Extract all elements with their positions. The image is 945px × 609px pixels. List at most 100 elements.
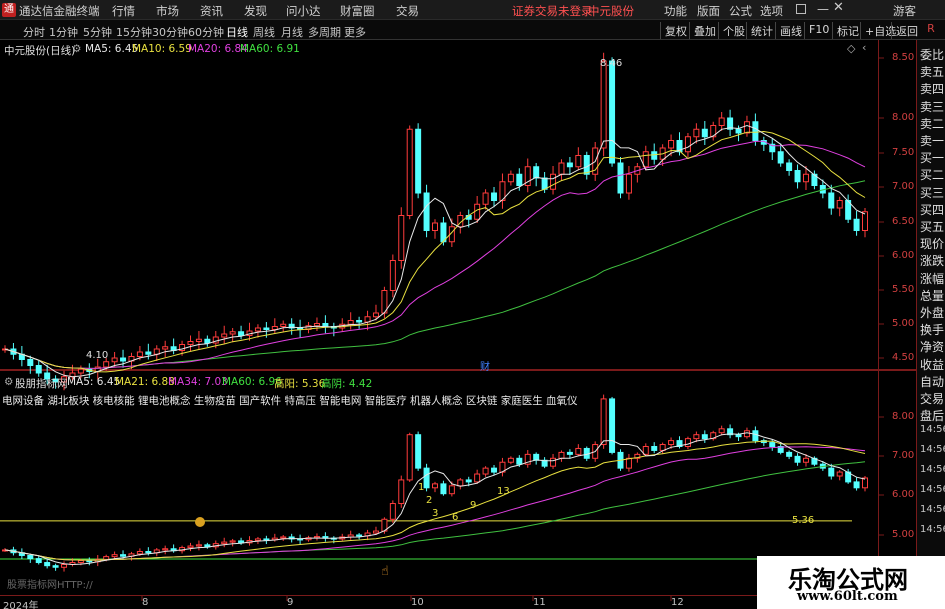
settings-small-icon[interactable]: ⚙: [72, 43, 81, 55]
sub-ma21-line: [4, 440, 866, 561]
watermark-url: www.60lt.com: [797, 589, 898, 604]
collapse-icon[interactable]: ‹: [862, 41, 866, 54]
fuquan-button[interactable]: 复权: [660, 22, 691, 39]
login-notice[interactable]: 证券交易未登录: [512, 3, 593, 19]
menu-jiaoyi[interactable]: 交易: [396, 3, 419, 19]
side-panel-item[interactable]: 外盘: [920, 304, 944, 321]
sub-candle-body: [423, 467, 430, 489]
window-icon[interactable]: [796, 4, 806, 14]
sub-candle-body: [52, 565, 59, 568]
period-15min[interactable]: 15分钟: [116, 24, 152, 40]
y-tick: 5.00: [892, 318, 915, 329]
y-tick: 8.00: [892, 112, 915, 123]
sub-y-tick: 7.00: [892, 450, 915, 461]
main-candle-body: [625, 173, 632, 194]
side-panel-item[interactable]: 买三: [920, 184, 944, 201]
side-panel-item[interactable]: 14:56: [920, 484, 945, 495]
menu-banmian[interactable]: 版面: [697, 3, 720, 19]
main-candle-body: [651, 151, 658, 160]
side-panel-item[interactable]: 涨跌: [920, 252, 944, 269]
period-more[interactable]: 更多: [344, 24, 366, 40]
y-tick: 8.50: [892, 52, 915, 63]
menu-gongneng[interactable]: 功能: [664, 3, 687, 19]
side-panel-item[interactable]: 盘后: [920, 407, 944, 424]
side-panel-item[interactable]: 收益: [920, 356, 944, 373]
side-panel-item[interactable]: 买四: [920, 201, 944, 218]
side-panel-item[interactable]: 换手: [920, 321, 944, 338]
side-panel-item[interactable]: 卖五: [920, 63, 944, 80]
r-icon[interactable]: R: [917, 22, 945, 39]
sub-candle-body: [668, 440, 675, 446]
candlestick-chart[interactable]: [0, 40, 916, 609]
tongji-button[interactable]: 统计: [746, 22, 777, 39]
menu-gongshi[interactable]: 公式: [729, 3, 752, 19]
menu-zixun[interactable]: 资讯: [200, 3, 223, 19]
date-label: 11: [533, 597, 546, 608]
biaoji-button[interactable]: 标记: [832, 22, 863, 39]
period-5min[interactable]: 5分钟: [83, 24, 112, 40]
side-panel-item[interactable]: 买五: [920, 218, 944, 235]
side-panel-item[interactable]: 买一: [920, 149, 944, 166]
main-candle-body: [406, 128, 413, 216]
main-candle-body: [221, 333, 228, 338]
minimize-icon[interactable]: —: [817, 2, 829, 16]
side-panel-item[interactable]: 总量: [920, 287, 944, 304]
side-panel-item[interactable]: 14:56: [920, 524, 945, 535]
menu-xuanxiang[interactable]: 选项: [760, 3, 783, 19]
main-candle-body: [743, 121, 750, 134]
side-panel-item[interactable]: 卖四: [920, 80, 944, 97]
guest-label[interactable]: 游客: [893, 3, 916, 19]
f10-button[interactable]: F10: [804, 22, 833, 39]
menu-wenxiaoda[interactable]: 问小达: [286, 3, 321, 19]
side-panel-item[interactable]: 自动: [920, 373, 944, 390]
gegu-button[interactable]: 个股: [718, 22, 749, 39]
period-multi[interactable]: 多周期: [308, 24, 341, 40]
menu-hangqing[interactable]: 行情: [112, 3, 135, 19]
menu-faxian[interactable]: 发现: [244, 3, 267, 19]
sub-candle-body: [120, 554, 127, 557]
diejia-button[interactable]: 叠加: [689, 22, 720, 39]
concept-tags: 电网设备 湖北板块 核电核能 锂电池概念 生物疫苗 国产软件 特高压 智能电网 …: [2, 395, 578, 407]
side-panel-item[interactable]: 14:56: [920, 444, 945, 455]
period-month[interactable]: 月线: [281, 24, 303, 40]
side-panel-item[interactable]: 委比: [920, 46, 944, 63]
side-panel-item[interactable]: 14:56: [920, 424, 945, 435]
side-panel-item[interactable]: 买二: [920, 166, 944, 183]
side-panel-item[interactable]: 现价: [920, 235, 944, 252]
sub-candle-body: [372, 530, 379, 534]
side-panel-item[interactable]: 净资: [920, 338, 944, 355]
main-candle-body: [280, 323, 287, 327]
finance-marker[interactable]: 财: [480, 358, 490, 373]
sub-settings-icon[interactable]: ⚙: [4, 376, 13, 388]
main-candle-body: [103, 361, 110, 368]
sub-candle-body: [516, 457, 523, 465]
sub-candle-body: [786, 451, 793, 457]
period-1min[interactable]: 1分钟: [49, 24, 78, 40]
huaxian-button[interactable]: 画线: [775, 22, 806, 39]
sub-candle-body: [457, 479, 464, 487]
side-panel-item[interactable]: 涨幅: [920, 270, 944, 287]
side-panel-item[interactable]: 卖一: [920, 132, 944, 149]
close-icon[interactable]: ✕: [833, 0, 844, 15]
period-30min[interactable]: 30分钟: [152, 24, 188, 40]
side-panel-item[interactable]: 卖二: [920, 115, 944, 132]
period-60min[interactable]: 60分钟: [188, 24, 224, 40]
side-panel-item[interactable]: 卖三: [920, 98, 944, 115]
side-panel-item[interactable]: 14:56: [920, 504, 945, 515]
sub-candle-body: [794, 455, 801, 463]
menu-shichang[interactable]: 市场: [156, 3, 179, 19]
menu-caifuquan[interactable]: 财富圈: [340, 3, 375, 19]
sub-candle-body: [769, 442, 776, 448]
sub-candle-body: [701, 434, 708, 440]
period-fenshi[interactable]: 分时: [23, 24, 45, 40]
main-candle-body: [254, 327, 261, 332]
period-day-active[interactable]: 日线: [226, 24, 248, 40]
side-panel-item[interactable]: 交易: [920, 390, 944, 407]
period-week[interactable]: 周线: [253, 24, 275, 40]
app-title: 通达信金融终端: [19, 4, 100, 18]
main-candle-body: [862, 211, 868, 231]
main-candle-body: [204, 338, 211, 344]
main-candle-body: [271, 326, 278, 330]
side-panel-item[interactable]: 14:56: [920, 464, 945, 475]
diamond-icon[interactable]: ◇: [847, 42, 855, 55]
